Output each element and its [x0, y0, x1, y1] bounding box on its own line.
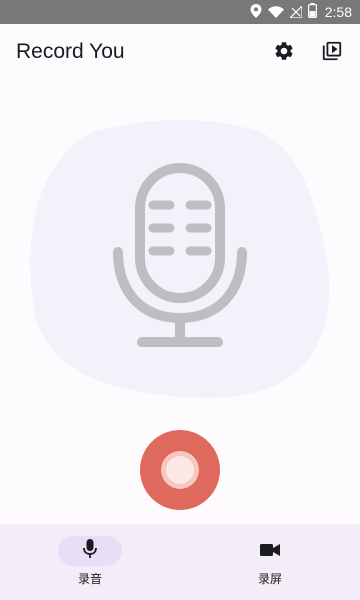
battery-icon	[307, 2, 317, 22]
record-dot	[166, 456, 194, 484]
app-title: Record You	[16, 40, 125, 63]
settings-icon	[273, 40, 295, 66]
wifi-icon	[267, 3, 284, 22]
app-bar: Record You	[0, 24, 360, 82]
settings-button[interactable]	[270, 39, 298, 67]
signal-icon	[288, 3, 303, 22]
record-icon	[161, 451, 199, 489]
nav-item-record-screen[interactable]: 录屏	[180, 524, 360, 600]
microphone-illustration	[20, 110, 340, 410]
mic-icon	[83, 539, 97, 563]
nav-label-record-audio: 录音	[77, 572, 102, 586]
status-time: 2:58	[324, 4, 352, 20]
nav-item-record-audio[interactable]: 录音	[0, 524, 180, 600]
nav-active-indicator	[58, 536, 122, 566]
video-library-button[interactable]	[318, 39, 346, 67]
status-bar: 2:58	[0, 0, 360, 24]
background-blob	[30, 119, 330, 399]
video-library-icon	[321, 40, 343, 66]
nav-icon-container	[238, 536, 302, 566]
nav-label-record-screen: 录屏	[257, 572, 282, 586]
videocam-icon	[260, 542, 280, 561]
status-icons: 2:58	[250, 0, 352, 24]
location-icon	[250, 3, 262, 22]
record-button[interactable]	[140, 430, 220, 510]
bottom-navigation: 录音 录屏	[0, 524, 360, 600]
